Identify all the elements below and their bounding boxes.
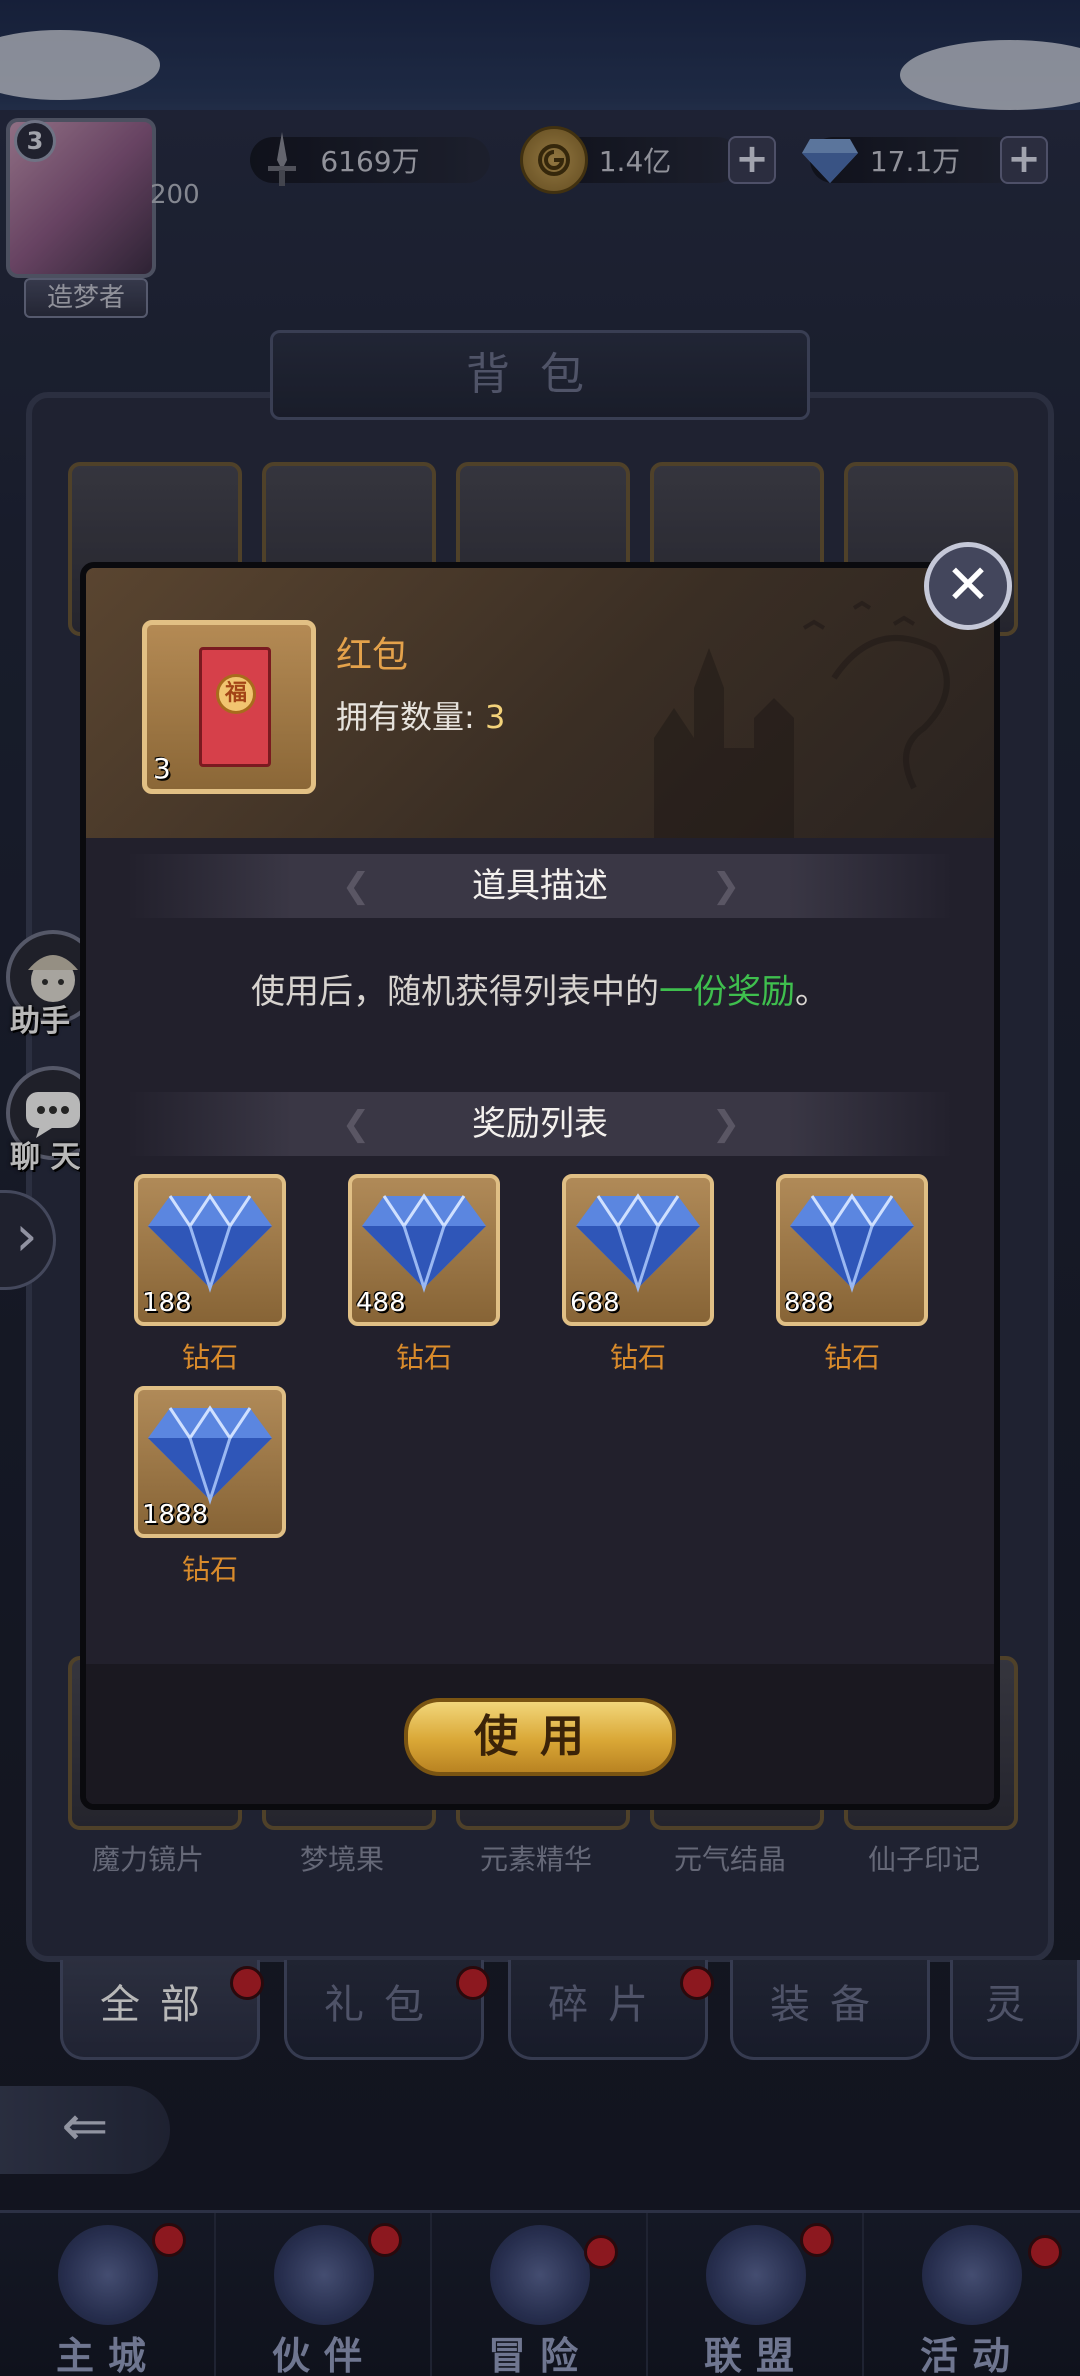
modal-header: 福 3 红包 拥有数量: 3: [86, 568, 994, 838]
reward-item[interactable]: 188: [134, 1174, 286, 1326]
ornament-right-icon: ❯: [711, 1104, 741, 1144]
reward-list-header: ❮ 奖励列表 ❯: [126, 1092, 954, 1156]
use-button[interactable]: 使用: [404, 1698, 676, 1776]
description-header: ❮ 道具描述 ❯: [126, 854, 954, 918]
ornament-left-icon: ❮: [341, 866, 371, 906]
description-title: 道具描述: [472, 866, 608, 906]
item-count: 3: [153, 752, 171, 785]
fortune-seal: 福: [216, 674, 256, 714]
reward-item[interactable]: 888: [776, 1174, 928, 1326]
reward-amount: 1888: [142, 1500, 209, 1530]
castle-silhouette-icon: [654, 600, 950, 838]
item-name: 红包: [336, 635, 409, 676]
close-button[interactable]: ✕: [924, 542, 1012, 630]
reward-item[interactable]: 688: [562, 1174, 714, 1326]
reward-item[interactable]: 1888: [134, 1386, 286, 1538]
owned-quantity: 拥有数量: 3: [336, 692, 505, 738]
reward-name: 钻石: [395, 1341, 452, 1374]
diamond-icon: [576, 1193, 700, 1293]
ornament-right-icon: ❯: [711, 866, 741, 906]
red-envelope-icon: 福: [199, 647, 271, 767]
diamond-icon: [148, 1193, 272, 1293]
reward-name: 钻石: [609, 1341, 666, 1374]
owned-quantity-label: 拥有数量:: [336, 698, 475, 736]
description-text: 使用后，随机获得列表中的: [251, 972, 659, 1012]
diamond-icon: [148, 1405, 272, 1505]
owned-quantity-value: 3: [484, 698, 506, 736]
reward-amount: 688: [570, 1288, 620, 1318]
reward-name: 钻石: [181, 1341, 238, 1374]
reward-list-title: 奖励列表: [472, 1104, 608, 1144]
reward-amount: 488: [356, 1288, 406, 1318]
reward-name: 钻石: [181, 1553, 238, 1586]
reward-name: 钻石: [823, 1341, 880, 1374]
diamond-icon: [362, 1193, 486, 1293]
reward-amount: 888: [784, 1288, 834, 1318]
item-detail-modal: 福 3 红包 拥有数量: 3 ❮ 道具描述 ❯ 使用后，随机获得列表中的一份奖励…: [80, 562, 1000, 1810]
reward-item[interactable]: 488: [348, 1174, 500, 1326]
item-icon-frame: 福 3: [142, 620, 316, 794]
description-highlight: 一份奖励: [659, 972, 795, 1012]
reward-amount: 188: [142, 1288, 192, 1318]
close-icon: ✕: [945, 553, 991, 616]
description-end: 。: [795, 972, 829, 1012]
ornament-left-icon: ❮: [341, 1104, 371, 1144]
diamond-icon: [790, 1193, 914, 1293]
item-description: 使用后，随机获得列表中的一份奖励。: [86, 964, 994, 1013]
